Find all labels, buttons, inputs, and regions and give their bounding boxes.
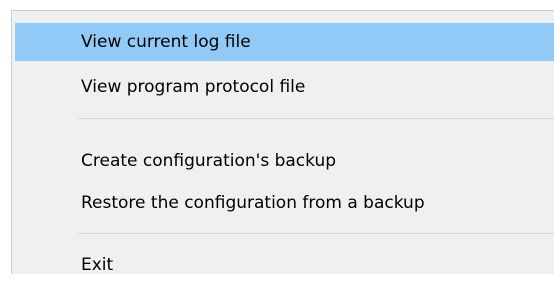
menu-item-exit[interactable]: Exit <box>15 246 554 284</box>
context-menu: View current log file View program proto… <box>11 10 554 275</box>
menu-item-view-current-log-file[interactable]: View current log file <box>15 23 554 61</box>
menu-separator <box>78 233 554 234</box>
menu-item-view-program-protocol-file[interactable]: View program protocol file <box>15 68 554 106</box>
menu-item-create-configuration-backup[interactable]: Create configuration's backup <box>15 142 554 180</box>
menu-item-restore-configuration-from-backup[interactable]: Restore the configuration from a backup <box>15 184 554 222</box>
menu-separator <box>78 118 554 119</box>
